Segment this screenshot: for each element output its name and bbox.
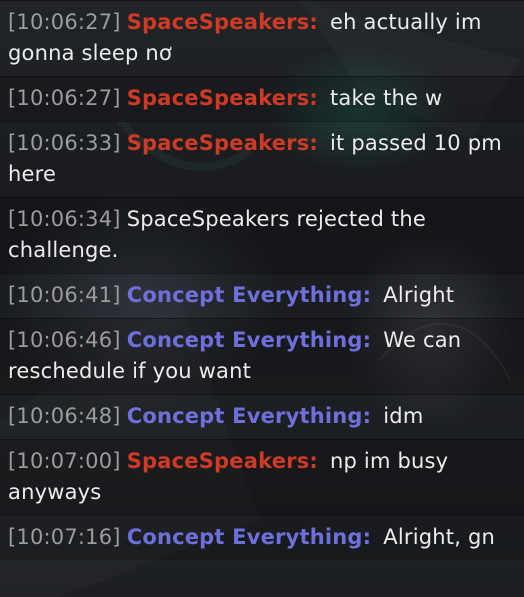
username[interactable]: Concept Everything:	[127, 404, 372, 428]
username[interactable]: SpaceSpeakers:	[127, 449, 318, 473]
timestamp: [10:06:34]	[8, 207, 121, 231]
chat-message: [10:06:48] Concept Everything: idm	[0, 394, 524, 439]
username[interactable]: SpaceSpeakers:	[127, 131, 318, 155]
timestamp: [10:06:46]	[8, 328, 121, 352]
chat-message: [10:07:16] Concept Everything: Alright, gn	[0, 515, 524, 560]
chat-message: [10:06:27] SpaceSpeakers: take the w	[0, 76, 524, 121]
username[interactable]: SpaceSpeakers:	[127, 86, 318, 110]
chat-log: [10:06:27] SpaceSpeakers: eh actually im g…	[0, 0, 524, 597]
chat-message: [10:06:27] SpaceSpeakers: eh actually im g…	[0, 0, 524, 76]
timestamp: [10:06:41]	[8, 283, 121, 307]
username[interactable]: Concept Everything:	[127, 283, 372, 307]
timestamp: [10:07:00]	[8, 449, 121, 473]
timestamp: [10:07:16]	[8, 525, 121, 549]
username[interactable]: SpaceSpeakers:	[127, 10, 318, 34]
username[interactable]: Concept Everything:	[127, 328, 372, 352]
chat-message: [10:07:00] SpaceSpeakers: np im busy anywa…	[0, 439, 524, 515]
system-message: [10:06:34] SpaceSpeakers rejected the cha…	[0, 197, 524, 273]
message-text: take the w	[330, 86, 443, 110]
timestamp: [10:06:48]	[8, 404, 121, 428]
chat-message: [10:06:33] SpaceSpeakers: it passed 10 pm …	[0, 121, 524, 197]
timestamp: [10:06:27]	[8, 10, 121, 34]
message-text: Alright, gn	[383, 525, 495, 549]
timestamp: [10:06:33]	[8, 131, 121, 155]
timestamp: [10:06:27]	[8, 86, 121, 110]
message-text: idm	[383, 404, 424, 428]
chat-message: [10:06:41] Concept Everything: Alright	[0, 273, 524, 318]
username[interactable]: Concept Everything:	[127, 525, 372, 549]
chat-message: [10:06:46] Concept Everything: We can resc…	[0, 318, 524, 394]
message-text: Alright	[383, 283, 455, 307]
